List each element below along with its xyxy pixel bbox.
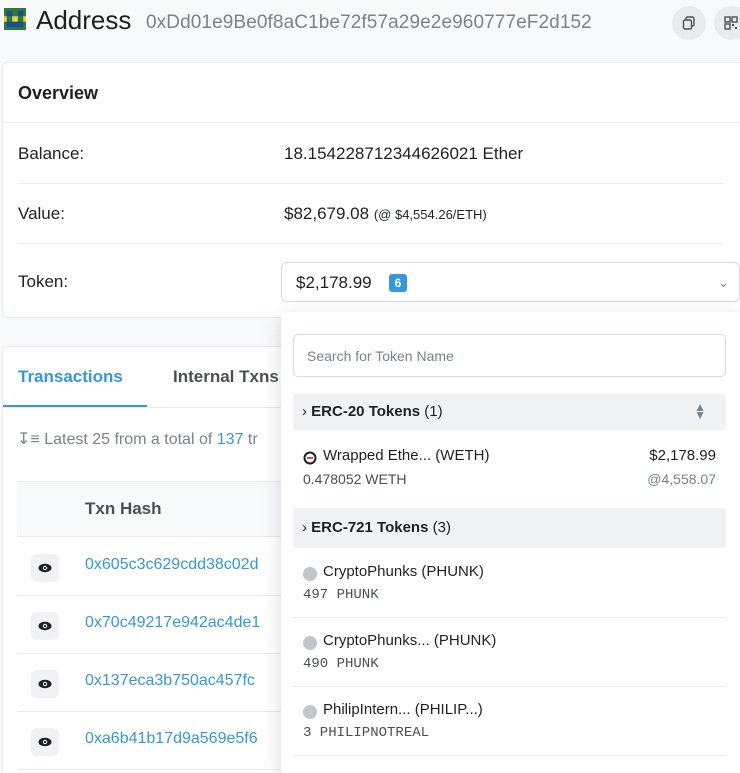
erc20-title: ERC-20 Tokens (311, 403, 421, 420)
token-search-input[interactable] (293, 334, 726, 377)
overview-heading: Overview (3, 63, 740, 123)
token-holdings-dropdown[interactable]: $2,178.99 6 ⌄ (281, 262, 740, 302)
eye-icon[interactable] (31, 728, 59, 756)
txn-hash-link[interactable]: 0x70c49217e942ac4de1 (85, 614, 260, 632)
chevron-right-icon: › (302, 519, 307, 536)
token-item[interactable]: CryptoPhunks... (PHUNK) 490 PHUNK (293, 619, 726, 687)
value-rate: (@ $4,554.26/ETH) (373, 207, 487, 222)
eye-icon[interactable] (31, 612, 59, 640)
token-value: $2,178.99 (649, 447, 716, 464)
qr-code-icon (724, 16, 738, 30)
txn-hash-link[interactable]: 0x137eca3b750ac457fc (85, 672, 255, 690)
txn-hash-link[interactable]: 0x605c3c629cdd38c02d (85, 556, 258, 574)
token-amount: $2,178.99 (296, 273, 372, 292)
balance-row: Balance: 18.154228712344626021 Ether (18, 124, 723, 184)
token-label: Token: (18, 272, 69, 291)
token-dropdown-menu: › ERC-20 Tokens (1) ▲▼ Wrapped Ethe... (… (281, 312, 740, 773)
copy-address-button[interactable] (672, 6, 706, 40)
weth-token-icon (303, 451, 317, 465)
erc721-group-header[interactable]: › ERC-721 Tokens (3) (293, 508, 726, 548)
token-name: CryptoPhunks (PHUNK) (323, 563, 484, 580)
page-title: Address (36, 5, 132, 35)
nft-token-icon (303, 567, 317, 581)
eye-icon[interactable] (31, 554, 59, 582)
token-name: CryptoPhunks... (PHUNK) (323, 632, 497, 649)
token-quantity: 0.478052 WETH (303, 471, 407, 487)
token-item[interactable]: PhilipIntern... (PHILIP...) 3 PHILIPNOTR… (293, 688, 726, 756)
tab-internal-txns[interactable]: Internal Txns (173, 367, 279, 387)
token-quantity: 490 PHUNK (303, 656, 379, 672)
nft-token-icon (303, 705, 317, 719)
erc721-title: ERC-721 Tokens (311, 519, 429, 536)
latest-summary: ↧≡ Latest 25 from a total of 137 tr (17, 429, 258, 449)
eye-icon[interactable] (31, 670, 59, 698)
latest-prefix: Latest 25 from a total of (44, 431, 213, 448)
chevron-down-icon: ⌄ (718, 275, 729, 290)
erc20-group-header[interactable]: › ERC-20 Tokens (1) ▲ ▼ (293, 394, 726, 430)
sort-icon: ↧≡ (17, 431, 40, 448)
latest-suffix: tr (247, 431, 258, 448)
latest-count-link[interactable]: 137 (217, 431, 244, 448)
nft-token-icon (303, 636, 317, 650)
erc20-count: (1) (424, 403, 443, 420)
value-amount-group: $82,679.08 (@ $4,554.26/ETH) (284, 204, 487, 224)
value-label: Value: (18, 204, 65, 223)
token-item[interactable]: Wrapped Ethe... (WETH) 0.478052 WETH $2,… (293, 434, 726, 502)
balance-value: 18.154228712344626021 Ether (284, 144, 524, 163)
balance-label: Balance: (18, 144, 85, 163)
column-txn-hash: Txn Hash (85, 499, 162, 518)
copy-icon (682, 16, 695, 30)
address-hash: 0xDd01e9Be0f8aC1be72f57a29e2e960777eF2d1… (146, 12, 592, 33)
chevron-right-icon: › (302, 403, 307, 420)
token-quantity: 3 PHILIPNOTREAL (303, 725, 430, 741)
identicon-avatar (4, 8, 26, 30)
value-amount: $82,679.08 (284, 204, 370, 223)
token-rate: @4,558.07 (647, 471, 716, 487)
value-row: Value: $82,679.08 (@ $4,554.26/ETH) (18, 184, 723, 244)
token-quantity: 497 PHUNK (303, 587, 379, 603)
erc721-count: (3) (432, 519, 451, 536)
token-item[interactable]: CryptoPhunks (PHUNK) 497 PHUNK (293, 550, 726, 618)
txn-hash-link[interactable]: 0xa6b41b17d9a569e5f6 (85, 730, 258, 748)
sort-toggle-icon[interactable]: ▲ ▼ (694, 401, 706, 421)
qr-code-button[interactable] (714, 6, 740, 40)
tab-transactions[interactable]: Transactions (18, 367, 123, 387)
token-name: Wrapped Ethe... (WETH) (323, 447, 490, 464)
token-count-badge: 6 (389, 274, 407, 292)
page-header: Address 0xDd01e9Be0f8aC1be72f57a29e2e960… (0, 0, 740, 46)
token-name: PhilipIntern... (PHILIP...) (323, 701, 483, 718)
